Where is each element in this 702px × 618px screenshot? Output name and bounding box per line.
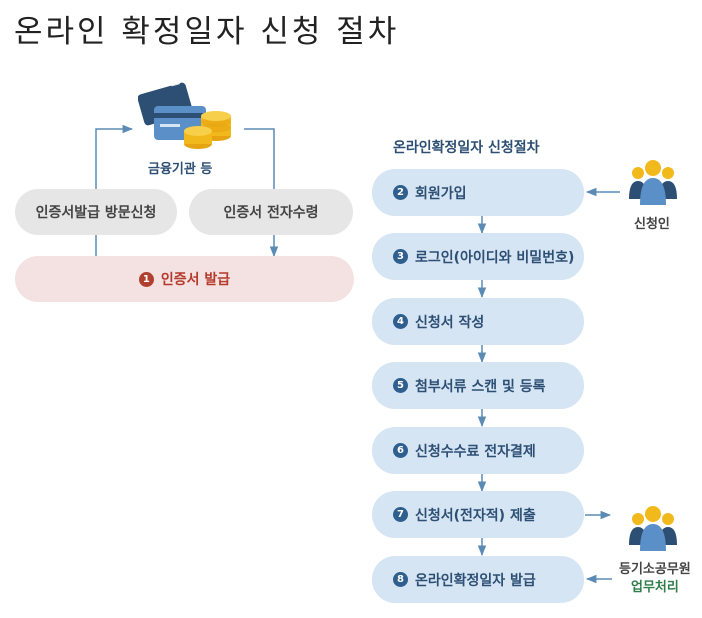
- step-label: 로그인(아이디와 비밀번호): [415, 249, 575, 266]
- card-coins-icon: [138, 78, 231, 149]
- step-label: 신청서 작성: [415, 314, 485, 331]
- flow-connectors: [95, 124, 620, 584]
- step-login: 3 로그인(아이디와 비밀번호): [372, 233, 584, 280]
- step-label: 온라인확정일자 발급: [415, 572, 536, 589]
- step-scan-documents: 5 첨부서류 스캔 및 등록: [372, 362, 584, 409]
- step-number-badge: 6: [393, 443, 408, 458]
- visit-application-label: 인증서발급 방문신청: [35, 205, 157, 221]
- step-label: 신청서(전자적) 제출: [415, 507, 536, 524]
- step-number-badge: 7: [393, 507, 408, 522]
- step-number-badge: 4: [393, 314, 408, 329]
- visit-application-pill: 인증서발급 방문신청: [15, 189, 177, 235]
- electronic-receive-label: 인증서 전자수령: [223, 205, 319, 221]
- step-number-badge: 5: [393, 378, 408, 393]
- applicant-label: 신청인: [634, 217, 670, 232]
- step-issue-confirmation: 8 온라인확정일자 발급: [372, 556, 584, 603]
- procedure-heading: 온라인확정일자 신청절차: [393, 140, 540, 156]
- applicant-group-icon: [629, 160, 677, 205]
- step-number-badge: 8: [393, 572, 408, 587]
- step-fee-payment: 6 신청수수료 전자결제: [372, 427, 584, 474]
- step-number-badge: 2: [393, 185, 408, 200]
- certificate-issue-pill: 1 인증서 발급: [15, 256, 354, 302]
- officer-label: 등기소공무원: [619, 562, 691, 577]
- officer-sub-label: 업무처리: [631, 580, 679, 595]
- step-number-badge: 1: [138, 271, 154, 287]
- step-write-application: 4 신청서 작성: [372, 298, 584, 345]
- step-signup: 2 회원가입: [372, 169, 584, 216]
- certificate-issue-label: 인증서 발급: [160, 272, 231, 288]
- step-label: 첨부서류 스캔 및 등록: [415, 378, 546, 395]
- electronic-receive-pill: 인증서 전자수령: [189, 189, 353, 235]
- step-number-badge: 3: [393, 249, 408, 264]
- step-label: 신청수수료 전자결제: [415, 443, 536, 460]
- institution-label: 금융기관 등: [148, 162, 213, 177]
- officer-group-icon: [629, 506, 677, 551]
- step-label: 회원가입: [415, 185, 467, 202]
- step-submit-application: 7 신청서(전자적) 제출: [372, 491, 584, 538]
